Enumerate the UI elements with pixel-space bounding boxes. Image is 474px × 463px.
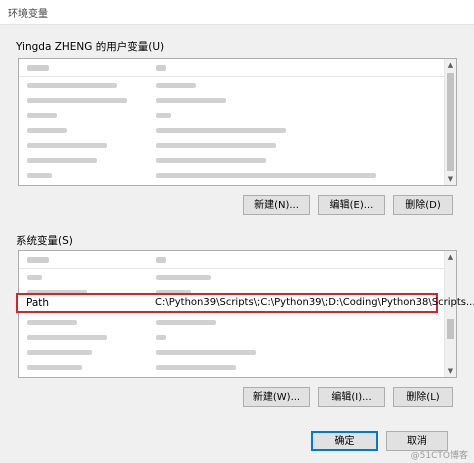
watermark: @51CTO博客 (410, 451, 468, 461)
title-bar: 环境变量 (0, 0, 474, 25)
system-variables-list[interactable]: ▲ ▼ (18, 250, 457, 378)
system-delete-button[interactable]: 删除(L) (393, 387, 453, 407)
scroll-up-icon[interactable]: ▲ (445, 251, 456, 263)
system-list-header (19, 251, 444, 269)
list-row[interactable] (19, 270, 444, 285)
list-row[interactable] (19, 138, 444, 153)
path-variable-row[interactable]: Path C:\Python39\Scripts\;C:\Python39\;D… (16, 293, 474, 313)
user-list-header (19, 59, 444, 77)
list-row[interactable] (19, 315, 444, 330)
list-row[interactable] (19, 330, 444, 345)
scroll-thumb[interactable] (447, 73, 454, 171)
list-row[interactable] (19, 93, 444, 108)
window-title: 环境变量 (8, 9, 48, 20)
scroll-down-icon[interactable]: ▼ (445, 365, 456, 377)
system-edit-button[interactable]: 编辑(I)... (318, 387, 385, 407)
list-row[interactable] (19, 123, 444, 138)
path-variable-value: C:\Python39\Scripts\;C:\Python39\;D:\Cod… (155, 297, 474, 308)
system-new-button[interactable]: 新建(W)... (243, 387, 310, 407)
user-variables-list[interactable]: ▲ ▼ (18, 58, 457, 186)
user-edit-button[interactable]: 编辑(E)... (318, 195, 385, 215)
user-list-scrollbar[interactable]: ▲ ▼ (444, 59, 456, 185)
user-variables-label: Yingda ZHENG 的用户变量(U) (16, 41, 165, 53)
list-row[interactable] (19, 345, 444, 360)
list-row[interactable] (19, 78, 444, 93)
user-new-button[interactable]: 新建(N)... (243, 195, 310, 215)
path-variable-name: Path (26, 297, 50, 309)
scroll-thumb[interactable] (447, 319, 454, 339)
list-row[interactable] (19, 360, 444, 375)
system-list-scrollbar[interactable]: ▲ ▼ (444, 251, 456, 377)
scroll-down-icon[interactable]: ▼ (445, 173, 456, 185)
list-row[interactable] (19, 153, 444, 168)
scroll-up-icon[interactable]: ▲ (445, 59, 456, 71)
list-row[interactable] (19, 168, 444, 183)
ok-button[interactable]: 确定 (311, 431, 378, 451)
system-variables-label: 系统变量(S) (16, 235, 73, 247)
list-row[interactable] (19, 108, 444, 123)
user-delete-button[interactable]: 删除(D) (393, 195, 453, 215)
